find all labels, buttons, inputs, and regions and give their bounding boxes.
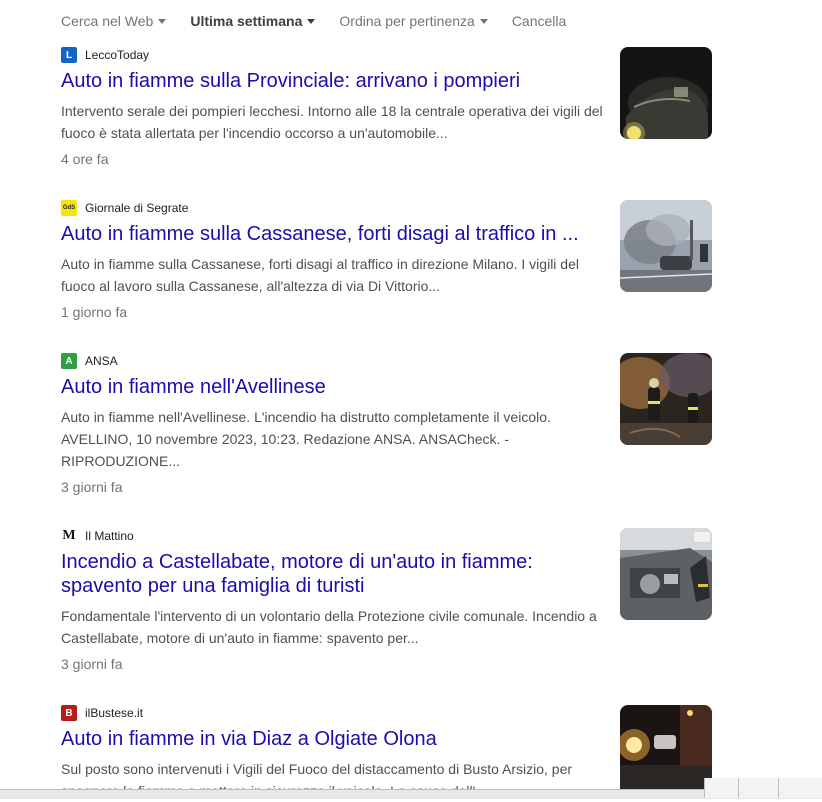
tool-label: Ultima settimana: [190, 13, 303, 29]
source-favicon-icon: A: [61, 353, 77, 369]
result-title-link[interactable]: Auto in fiamme sulla Cassanese, forti di…: [61, 222, 606, 246]
news-result: GdS Giornale di Segrate Auto in fiamme s…: [61, 200, 713, 322]
caret-down-icon: [479, 19, 488, 24]
tool-clear[interactable]: Cancella: [512, 13, 566, 29]
result-snippet: Fondamentale l'intervento di un volontar…: [61, 608, 597, 646]
result-snippet: Auto in fiamme sulla Cassanese, forti di…: [61, 256, 579, 294]
result-source[interactable]: M Il Mattino: [61, 528, 713, 544]
tool-label: Ordina per pertinenza: [339, 13, 475, 29]
source-name: ilBustese.it: [85, 706, 144, 720]
result-thumbnail[interactable]: [620, 528, 712, 620]
result-source[interactable]: A ANSA: [61, 353, 713, 369]
source-favicon-icon: B: [61, 705, 77, 721]
source-favicon-icon: L: [61, 47, 77, 63]
result-thumbnail[interactable]: [620, 200, 712, 292]
source-name: ANSA: [85, 354, 118, 368]
tool-label: Cancella: [511, 13, 567, 29]
result-source[interactable]: B ilBustese.it: [61, 705, 713, 721]
source-name: Il Mattino: [85, 529, 134, 543]
result-title-link[interactable]: Auto in fiamme nell'Avellinese: [61, 375, 606, 399]
caret-down-icon: [307, 19, 316, 24]
source-name: LeccoToday: [85, 48, 150, 62]
tool-sort-order[interactable]: Ordina per pertinenza: [339, 13, 488, 29]
result-thumbnail[interactable]: [620, 47, 712, 139]
search-tools-bar: Cerca nel Web Ultima settimana Ordina pe…: [61, 11, 590, 31]
news-result: B ilBustese.it Auto in fiamme in via Dia…: [61, 705, 713, 802]
news-result: A ANSA Auto in fiamme nell'Avellinese Au…: [61, 353, 713, 497]
result-source[interactable]: L LeccoToday: [61, 47, 713, 63]
result-time: 4 ore fa: [61, 151, 109, 167]
status-bar-segment: [778, 778, 822, 798]
result-title-link[interactable]: Auto in fiamme in via Diaz a Olgiate Olo…: [61, 727, 606, 751]
result-snippet: Auto in fiamme nell'Avellinese. L'incend…: [61, 409, 551, 469]
news-result: M Il Mattino Incendio a Castellabate, mo…: [61, 528, 713, 674]
news-result: L LeccoToday Auto in fiamme sulla Provin…: [61, 47, 713, 169]
result-title-link[interactable]: Auto in fiamme sulla Provinciale: arriva…: [61, 69, 606, 93]
tool-time-range[interactable]: Ultima settimana: [190, 13, 316, 29]
result-time: 1 giorno fa: [61, 304, 128, 320]
result-time: 3 giorni fa: [61, 656, 123, 672]
status-bar-segment: [738, 778, 778, 798]
result-title-link[interactable]: Incendio a Castellabate, motore di un'au…: [61, 550, 606, 598]
tool-label: Cerca nel Web: [61, 13, 154, 29]
caret-down-icon: [158, 19, 167, 24]
source-name: Giornale di Segrate: [85, 201, 189, 215]
result-source[interactable]: GdS Giornale di Segrate: [61, 200, 713, 216]
result-thumbnail[interactable]: [620, 705, 712, 797]
tool-search-web[interactable]: Cerca nel Web: [61, 13, 167, 29]
result-thumbnail[interactable]: [620, 353, 712, 445]
status-bar-segment: [704, 778, 738, 798]
source-favicon-icon: M: [61, 528, 77, 544]
result-time: 3 giorni fa: [61, 479, 123, 495]
source-favicon-icon: GdS: [61, 200, 77, 216]
result-snippet: Intervento serale dei pompieri lecchesi.…: [61, 103, 603, 141]
